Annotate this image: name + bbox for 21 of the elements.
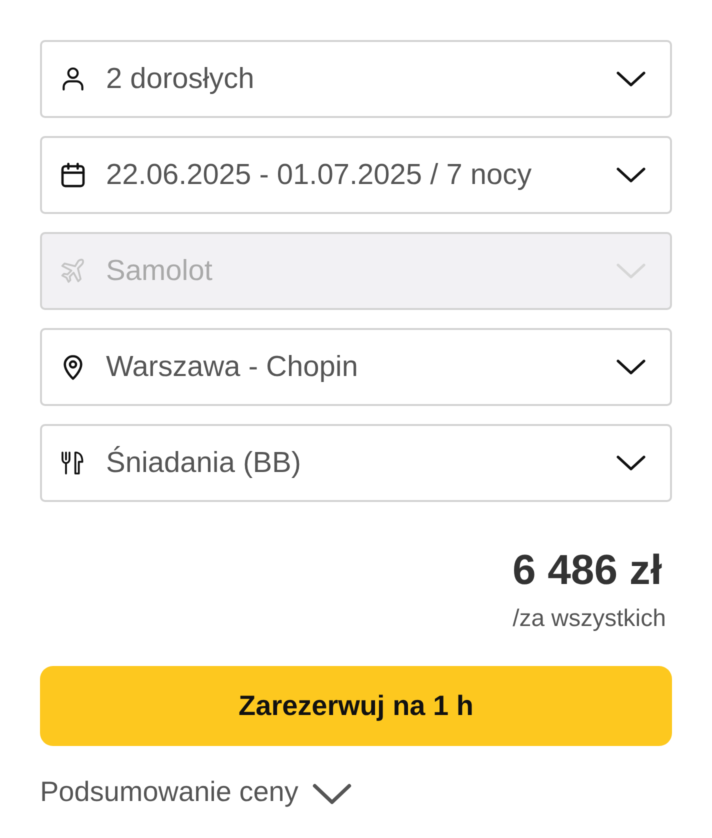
chevron-down-icon bbox=[616, 71, 646, 87]
price-note: /za wszystkich bbox=[512, 604, 666, 634]
book-button[interactable]: Zarezerwuj na 1 h bbox=[40, 666, 672, 746]
field-value: 22.06.2025 - 01.07.2025 / 7 nocy bbox=[106, 158, 533, 192]
chevron-down-icon bbox=[616, 455, 646, 471]
dropdown-field[interactable]: Śniadania (BB) bbox=[40, 424, 672, 502]
airplane-icon bbox=[59, 257, 87, 285]
chevron-down-icon bbox=[616, 263, 646, 279]
chevron-down-icon bbox=[616, 167, 646, 183]
field-value: Samolot bbox=[106, 254, 214, 288]
dropdown-field[interactable]: 2 dorosłych bbox=[40, 40, 672, 118]
dropdown-field[interactable]: Warszawa - Chopin bbox=[40, 328, 672, 406]
dropdown-field[interactable]: 22.06.2025 - 01.07.2025 / 7 nocy bbox=[40, 136, 672, 214]
field-value: Warszawa - Chopin bbox=[106, 350, 359, 384]
price-summary-toggle[interactable]: Podsumowanie ceny bbox=[40, 776, 352, 808]
field-value: 2 dorosłych bbox=[106, 62, 256, 96]
calendar-icon bbox=[59, 161, 87, 189]
field-value: Śniadania (BB) bbox=[106, 446, 302, 480]
chevron-down-icon bbox=[616, 359, 646, 375]
chevron-down-icon bbox=[312, 783, 352, 805]
price-amount: 6 486 zł bbox=[512, 546, 663, 594]
